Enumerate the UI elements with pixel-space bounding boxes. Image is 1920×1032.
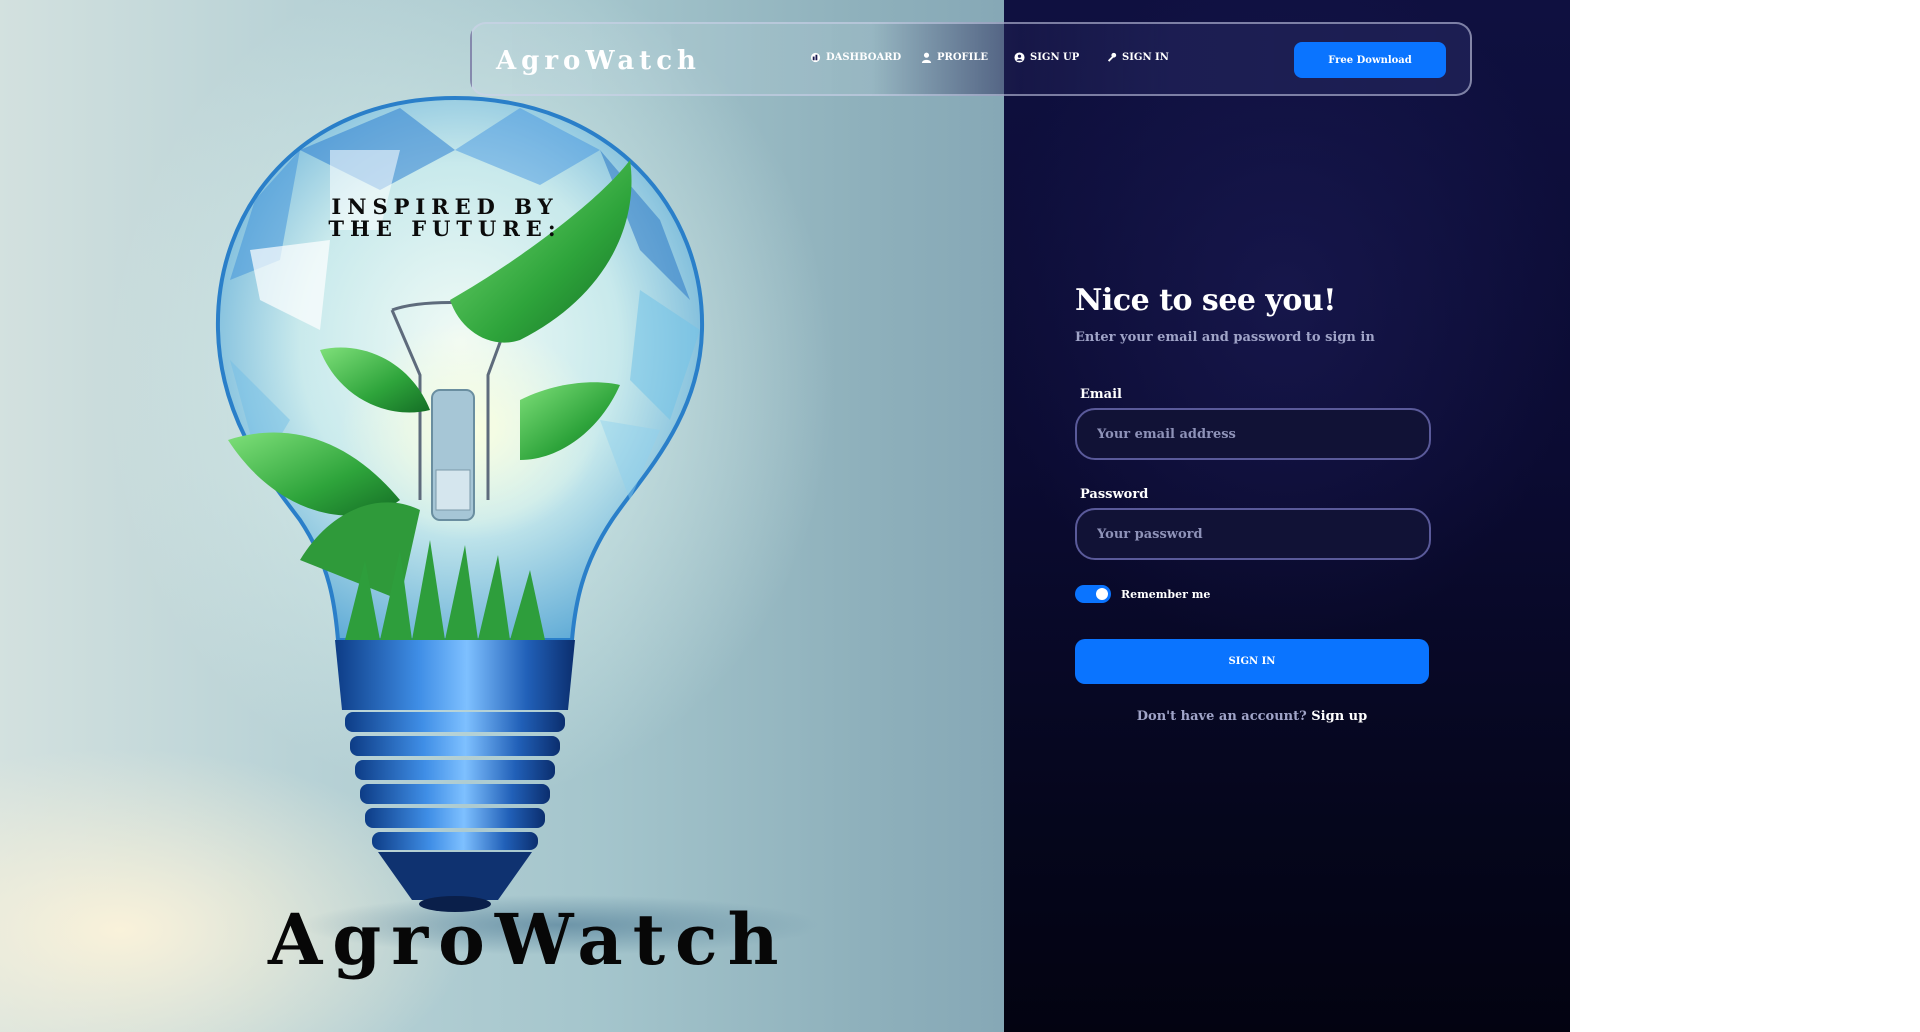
password-label: Password — [1080, 487, 1149, 502]
lightbulb-plant-illustration — [215, 95, 820, 955]
signin-subtitle: Enter your email and password to sign in — [1075, 330, 1375, 345]
key-icon — [1107, 52, 1117, 62]
toggle-knob — [1096, 588, 1108, 600]
top-navbar: AgroWatch DASHBOARD PROFILE SIGN UP SIGN… — [470, 22, 1472, 96]
email-label: Email — [1080, 387, 1122, 402]
signin-button[interactable]: SIGN IN — [1075, 639, 1429, 684]
hero-panel: INSPIRED BY THE FUTURE: AgroWatch — [0, 0, 1004, 1032]
nav-links: DASHBOARD PROFILE SIGN UP SIGN IN — [810, 52, 1186, 63]
remember-me-row: Remember me — [1075, 585, 1210, 603]
free-download-button[interactable]: Free Download — [1294, 42, 1446, 78]
nav-link-label: SIGN IN — [1122, 52, 1169, 63]
signup-link[interactable]: Sign up — [1311, 709, 1367, 724]
signup-prompt: Don't have an account? — [1136, 709, 1307, 724]
signup-prompt-line: Don't have an account? Sign up — [1075, 709, 1429, 724]
password-field[interactable] — [1075, 508, 1431, 560]
hero-tagline: INSPIRED BY THE FUTURE: — [328, 194, 562, 241]
user-icon — [921, 52, 932, 63]
signin-title: Nice to see you! — [1075, 283, 1336, 318]
dashboard-icon — [810, 52, 821, 63]
nav-link-label: DASHBOARD — [826, 52, 902, 63]
nav-link-signup[interactable]: SIGN UP — [1014, 52, 1106, 63]
remember-me-label: Remember me — [1121, 587, 1211, 601]
nav-logo[interactable]: AgroWatch — [496, 46, 701, 76]
nav-link-signin[interactable]: SIGN IN — [1106, 52, 1186, 63]
email-field[interactable] — [1075, 408, 1431, 460]
nav-link-label: SIGN UP — [1030, 52, 1080, 63]
nav-link-profile[interactable]: PROFILE — [921, 52, 1014, 63]
hero-brand-title: AgroWatch — [268, 898, 789, 981]
nav-link-label: PROFILE — [937, 52, 988, 63]
account-circle-icon — [1014, 52, 1025, 63]
remember-me-toggle[interactable] — [1075, 585, 1111, 603]
nav-link-dashboard[interactable]: DASHBOARD — [810, 52, 921, 63]
